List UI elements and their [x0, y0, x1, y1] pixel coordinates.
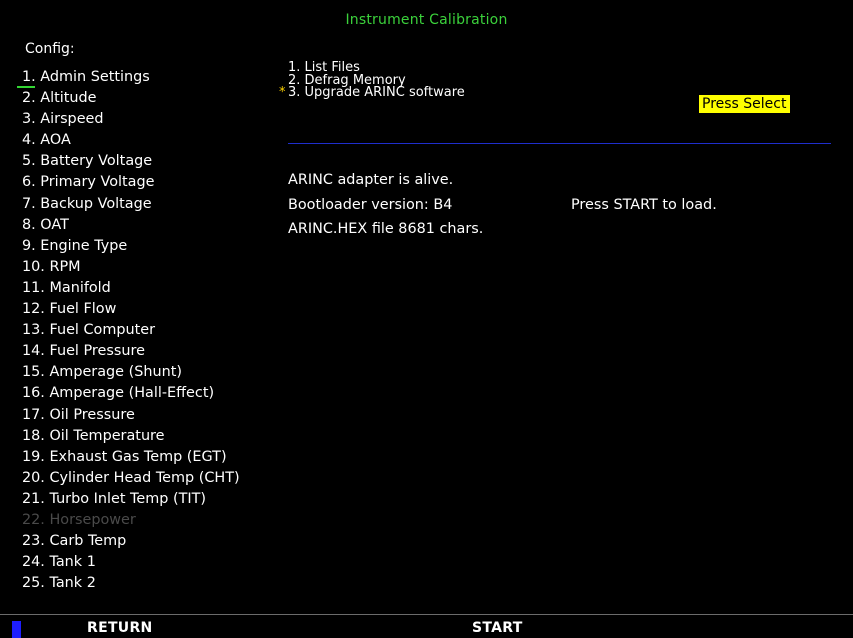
- config-item-oil-temperature[interactable]: 18. Oil Temperature: [22, 426, 240, 447]
- section-divider: [288, 143, 831, 144]
- config-item-tank-1[interactable]: 24. Tank 1: [22, 552, 240, 573]
- config-list: 1. Admin Settings 2. Altitude 3. Airspee…: [17, 67, 240, 594]
- config-item-label: 12. Fuel Flow: [22, 301, 117, 318]
- config-item-label: 18. Oil Temperature: [22, 427, 165, 444]
- config-item-aoa[interactable]: 4. AOA: [22, 130, 240, 151]
- config-item-egt[interactable]: 19. Exhaust Gas Temp (EGT): [22, 447, 240, 468]
- bootloader-version: Bootloader version: B4: [288, 197, 453, 213]
- config-item-carb-temp[interactable]: 23. Carb Temp: [22, 531, 240, 552]
- config-item-battery-voltage[interactable]: 5. Battery Voltage: [22, 151, 240, 172]
- config-item-airspeed[interactable]: 3. Airspeed: [22, 109, 240, 130]
- config-item-label: 24. Tank 1: [22, 554, 96, 571]
- menu-item-upgrade-arinc[interactable]: * 3. Upgrade ARINC software: [279, 85, 465, 100]
- return-button[interactable]: RETURN: [87, 620, 153, 636]
- config-item-label: 3. Airspeed: [22, 111, 104, 128]
- config-item-engine-type[interactable]: 9. Engine Type: [22, 236, 240, 257]
- config-item-label: 13. Fuel Computer: [22, 322, 156, 339]
- config-item-backup-voltage[interactable]: 7. Backup Voltage: [22, 194, 240, 215]
- config-item-label: 22. Horsepower: [22, 511, 136, 528]
- softkey-divider: [0, 614, 853, 615]
- start-button[interactable]: START: [472, 620, 523, 636]
- config-item-label: 15. Amperage (Shunt): [22, 364, 182, 381]
- config-item-label: 9. Engine Type: [22, 237, 128, 254]
- config-item-amperage-hall-effect[interactable]: 16. Amperage (Hall-Effect): [22, 383, 240, 404]
- config-item-altitude[interactable]: 2. Altitude: [22, 88, 240, 109]
- config-item-admin-settings[interactable]: 1. Admin Settings: [17, 67, 240, 88]
- config-item-fuel-pressure[interactable]: 14. Fuel Pressure: [22, 341, 240, 362]
- config-item-amperage-shunt[interactable]: 15. Amperage (Shunt): [22, 362, 240, 383]
- config-item-label: 17. Oil Pressure: [22, 406, 135, 423]
- config-item-label: 25. Tank 2: [22, 575, 96, 592]
- config-item-label: 16. Amperage (Hall-Effect): [22, 385, 215, 402]
- config-item-label: 11. Manifold: [22, 279, 111, 296]
- config-item-oat[interactable]: 8. OAT: [22, 215, 240, 236]
- config-item-label: 10. RPM: [22, 258, 81, 275]
- softkey-indicator: [12, 621, 21, 638]
- start-prompt: Press START to load.: [571, 197, 717, 213]
- config-item-rpm[interactable]: 10. RPM: [22, 257, 240, 278]
- config-item-horsepower: 22. Horsepower: [22, 510, 240, 531]
- press-select-badge: Press Select: [699, 95, 790, 113]
- config-item-label: 20. Cylinder Head Temp (CHT): [22, 469, 240, 486]
- config-item-label: 2. Altitude: [22, 90, 97, 107]
- page-title: Instrument Calibration: [345, 12, 508, 28]
- config-item-label: 7. Backup Voltage: [22, 195, 152, 212]
- selected-marker: *: [279, 85, 286, 100]
- config-item-label: 1. Admin Settings: [22, 69, 150, 85]
- config-item-primary-voltage[interactable]: 6. Primary Voltage: [22, 172, 240, 193]
- menu-item-label: 3. Upgrade ARINC software: [288, 85, 465, 100]
- config-item-oil-pressure[interactable]: 17. Oil Pressure: [22, 405, 240, 426]
- config-item-cht[interactable]: 20. Cylinder Head Temp (CHT): [22, 468, 240, 489]
- config-item-label: 8. OAT: [22, 216, 69, 233]
- action-menu: 1. List Files 2. Defrag Memory * 3. Upgra…: [279, 61, 465, 100]
- config-item-label: 14. Fuel Pressure: [22, 343, 145, 360]
- config-item-label: 19. Exhaust Gas Temp (EGT): [22, 448, 227, 465]
- config-item-tank-2[interactable]: 25. Tank 2: [22, 573, 240, 594]
- config-label: Config:: [25, 41, 75, 57]
- config-item-label: 23. Carb Temp: [22, 533, 127, 550]
- config-item-label: 5. Battery Voltage: [22, 153, 153, 170]
- config-item-fuel-flow[interactable]: 12. Fuel Flow: [22, 299, 240, 320]
- file-info: ARINC.HEX file 8681 chars.: [288, 221, 484, 237]
- adapter-status: ARINC adapter is alive.: [288, 172, 454, 188]
- config-item-tit[interactable]: 21. Turbo Inlet Temp (TIT): [22, 489, 240, 510]
- config-item-manifold[interactable]: 11. Manifold: [22, 278, 240, 299]
- config-item-fuel-computer[interactable]: 13. Fuel Computer: [22, 320, 240, 341]
- calibration-screen: Instrument Calibration Config: 1. Admin …: [0, 0, 853, 638]
- config-item-label: 21. Turbo Inlet Temp (TIT): [22, 490, 207, 507]
- config-item-label: 4. AOA: [22, 132, 71, 149]
- config-item-label: 6. Primary Voltage: [22, 174, 155, 191]
